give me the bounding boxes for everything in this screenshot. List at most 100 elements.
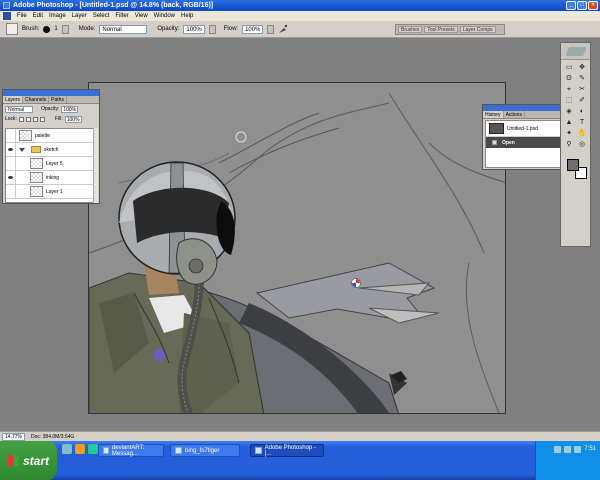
layer-name: inking (46, 174, 60, 181)
minimize-button[interactable]: _ (566, 1, 576, 10)
menu-view[interactable]: View (135, 13, 148, 19)
visibility-toggle[interactable] (6, 142, 16, 157)
zoom-tool-icon[interactable]: ⚲ (563, 140, 575, 150)
tab-paths[interactable]: Paths (49, 96, 67, 103)
crop-tool-icon[interactable]: ⌖ (563, 85, 575, 95)
menu-image[interactable]: Image (49, 13, 66, 19)
type-tool-icon[interactable]: T (576, 118, 588, 128)
system-tray: 7:51 (535, 441, 600, 480)
feather-logo-icon (564, 46, 587, 56)
taskbar: start deviantART: Messag... bing_fs7tige… (0, 441, 600, 480)
flow-field[interactable]: 100% (242, 24, 264, 34)
visibility-toggle[interactable] (6, 170, 16, 185)
dodge-tool-icon[interactable]: ◎ (576, 140, 588, 150)
menu-filter[interactable]: Filter (115, 13, 128, 19)
flow-slider-button[interactable] (267, 24, 275, 34)
brush-preview-icon[interactable] (43, 25, 51, 33)
photoshop-window-icon (255, 447, 262, 454)
magic-wand-tool-icon[interactable]: ✎ (576, 74, 588, 84)
history-brush-tool-icon[interactable]: ◐ (576, 107, 588, 117)
move-tool-icon[interactable]: ✥ (576, 63, 588, 73)
opacity-field[interactable]: 100% (183, 24, 205, 34)
eraser-tool-icon[interactable]: ▲ (563, 118, 575, 128)
marquee-tool-icon[interactable]: ▭ (563, 63, 575, 73)
group-expand-icon[interactable] (19, 147, 25, 152)
lock-label: Lock: (5, 116, 17, 122)
fill-field[interactable]: 100% (64, 115, 82, 123)
foreground-color-swatch[interactable] (567, 159, 579, 171)
layer-row-layer-5[interactable]: Layer 5 (6, 156, 94, 171)
browser-window-icon (103, 447, 109, 454)
layer-name: Layer 1 (46, 188, 63, 195)
photoshop-app-icon (3, 2, 10, 9)
menu-edit[interactable]: Edit (33, 13, 43, 19)
close-button[interactable]: × (588, 1, 598, 10)
layer-row-inking[interactable]: inking (6, 170, 94, 185)
tab-history[interactable]: History (483, 111, 504, 118)
lock-transparency-icon[interactable] (18, 116, 24, 122)
stamp-tool-icon[interactable]: ◈ (563, 107, 575, 117)
brush-tool-preset-icon[interactable] (6, 23, 18, 35)
mode-select[interactable]: Normal (99, 24, 148, 34)
fill-label: Fill: (54, 116, 63, 122)
task-deviantart[interactable]: deviantART: Messag... (98, 444, 164, 457)
eye-icon (8, 176, 13, 179)
healing-tool-icon[interactable]: ⬚ (563, 96, 575, 106)
task-photoshop[interactable]: Adobe Photoshop - [... (250, 444, 324, 457)
layer-list: palette sketch Layer 5 inking Layer 1 (5, 128, 95, 203)
clock[interactable]: 7:51 (584, 446, 596, 452)
slice-tool-icon[interactable]: ✂ (576, 85, 588, 95)
visibility-toggle[interactable] (6, 156, 16, 171)
hand-tool-icon[interactable]: ✋ (576, 129, 588, 139)
tab-tool-presets[interactable]: Tool Presets (424, 26, 458, 33)
menu-file[interactable]: File (17, 13, 27, 19)
lock-all-icon[interactable] (39, 116, 45, 122)
brush-picker-dropdown[interactable] (61, 24, 69, 34)
layer-opacity-field[interactable]: 100% (61, 105, 79, 113)
layer-row-palette[interactable]: palette (6, 129, 94, 143)
menu-help[interactable]: Help (181, 13, 193, 19)
pen-tool-icon[interactable]: ✦ (563, 129, 575, 139)
ps-menu-icon[interactable] (3, 12, 11, 20)
tab-brushes[interactable]: Brushes (398, 26, 423, 33)
document-canvas[interactable] (88, 82, 506, 414)
start-button[interactable]: start (0, 441, 57, 480)
tab-actions[interactable]: Actions (504, 111, 525, 118)
antivirus-icon[interactable] (574, 446, 582, 453)
image-window-icon (175, 447, 182, 454)
menu-select[interactable]: Select (93, 13, 110, 19)
blend-mode-select[interactable]: Normal (5, 105, 33, 113)
tab-layer-comps[interactable]: Layer Comps (459, 26, 496, 33)
messenger-icon[interactable] (88, 444, 98, 454)
lasso-tool-icon[interactable]: ʘ (563, 74, 575, 84)
show-desktop-icon[interactable] (62, 444, 72, 454)
window-title-bar[interactable]: Adobe Photoshop - [Untitled-1.psd @ 14.8… (0, 0, 600, 11)
zoom-level-field[interactable]: 14.77% (2, 432, 25, 441)
window-controls: _ □ × (566, 1, 598, 10)
opacity-slider-button[interactable] (208, 24, 216, 34)
brush-tool-icon[interactable]: ✐ (576, 96, 588, 106)
visibility-toggle[interactable] (6, 184, 16, 199)
status-bar: 14.77% Doc: 384.0M/3.54G (0, 431, 600, 441)
layer-group-sketch[interactable]: sketch (6, 142, 94, 157)
browser-icon[interactable] (75, 444, 85, 454)
open-state-icon (492, 140, 497, 145)
lock-image-icon[interactable] (25, 116, 31, 122)
opacity-label: Opacity: (157, 26, 180, 32)
maximize-button[interactable]: □ (577, 1, 587, 10)
tools-palette-header[interactable] (561, 43, 590, 60)
network-icon[interactable] (554, 446, 562, 453)
volume-icon[interactable] (564, 446, 572, 453)
layer-row-layer-1[interactable]: Layer 1 (6, 184, 94, 199)
layers-scrollbar[interactable] (93, 128, 98, 203)
doc-info[interactable]: Doc: 384.0M/3.54G (31, 434, 74, 440)
quick-launch (62, 444, 98, 454)
airbrush-icon[interactable] (278, 24, 288, 34)
tab-channels[interactable]: Channels (23, 96, 50, 103)
tab-layers[interactable]: Layers (3, 96, 24, 103)
task-bing-fs7tiger[interactable]: bing_fs7tiger (170, 444, 240, 457)
lock-position-icon[interactable] (32, 116, 38, 122)
menu-window[interactable]: Window (154, 13, 175, 19)
visibility-toggle[interactable] (6, 129, 16, 143)
menu-layer[interactable]: Layer (72, 13, 87, 19)
